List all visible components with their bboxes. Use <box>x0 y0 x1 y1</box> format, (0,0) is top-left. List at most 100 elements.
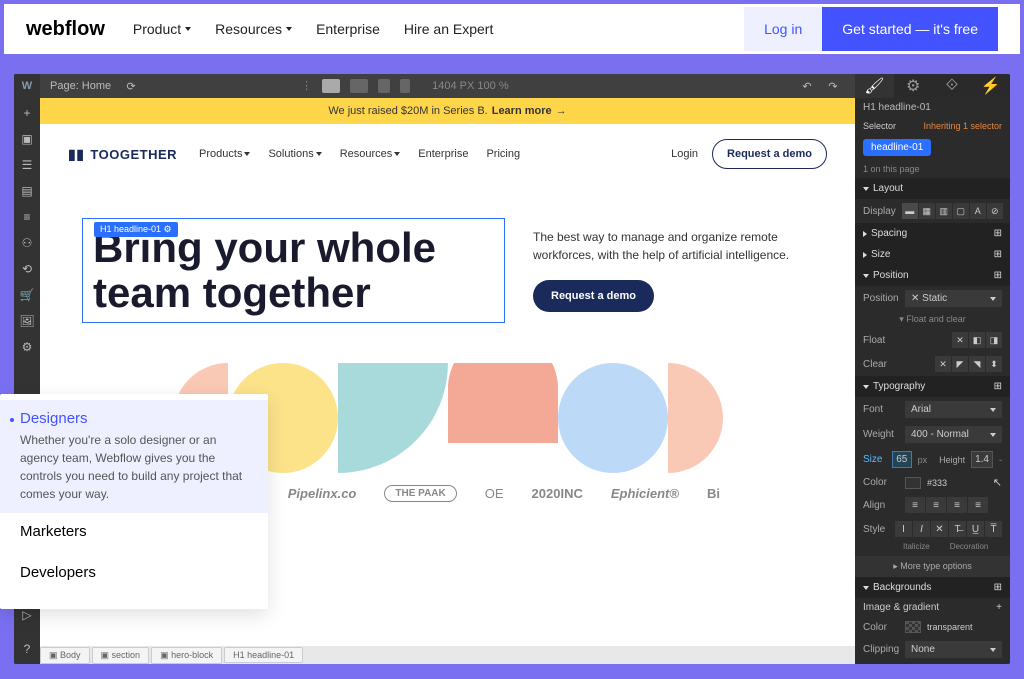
float-clear-label[interactable]: ▾ Float and clear <box>855 311 1010 328</box>
clipping-select[interactable]: None <box>905 641 1002 658</box>
display-none[interactable]: ⊘ <box>987 203 1003 219</box>
tablet-icon[interactable] <box>350 79 368 93</box>
float-none[interactable]: ✕ <box>952 332 968 348</box>
effects-tab[interactable]: ⚡ <box>971 74 1010 98</box>
mobile-landscape-icon[interactable] <box>378 79 390 93</box>
bg-color-swatch[interactable] <box>905 621 921 633</box>
display-block[interactable]: ▬ <box>902 203 918 219</box>
clear-none[interactable]: ✕ <box>935 356 951 372</box>
help-icon[interactable]: ? <box>20 642 34 656</box>
symbols-icon[interactable]: ▣ <box>20 132 34 146</box>
interactions-tab[interactable]: ⟐ <box>933 74 972 98</box>
redo-icon[interactable]: ↷ <box>825 78 841 94</box>
display-flex[interactable]: ▦ <box>919 203 935 219</box>
font-select[interactable]: Arial <box>905 401 1002 418</box>
navigator-icon[interactable]: ☰ <box>20 158 34 172</box>
layout-section-header[interactable]: Layout <box>855 178 1010 199</box>
undo-icon[interactable]: ↶ <box>799 78 815 94</box>
nav-resources-site[interactable]: Resources <box>340 148 401 160</box>
clear-both[interactable]: ⬍ <box>986 356 1002 372</box>
nav-hire[interactable]: Hire an Expert <box>404 21 493 37</box>
nav-products[interactable]: Products <box>199 148 250 160</box>
nav-resources[interactable]: Resources <box>215 21 292 37</box>
float-left[interactable]: ◧ <box>969 332 985 348</box>
nav-solutions[interactable]: Solutions <box>268 148 321 160</box>
breadcrumb-hero[interactable]: ▣ hero-block <box>151 647 222 664</box>
decoration-underline[interactable]: U̲ <box>967 521 984 537</box>
display-grid[interactable]: ▥ <box>936 203 952 219</box>
dropdown-description: Whether you're a solo designer or an age… <box>20 431 248 503</box>
clear-right[interactable]: ◥ <box>969 356 985 372</box>
add-icon[interactable]: + <box>20 106 34 120</box>
weight-select[interactable]: 400 - Normal <box>905 426 1002 443</box>
position-select[interactable]: ✕ Static <box>905 290 1002 307</box>
users-icon[interactable]: ⚇ <box>20 236 34 250</box>
nav-enterprise[interactable]: Enterprise <box>316 21 380 37</box>
display-inline-block[interactable]: ▢ <box>953 203 969 219</box>
site-login[interactable]: Login <box>671 148 698 160</box>
pages-icon[interactable]: ▤ <box>20 184 34 198</box>
breadcrumb-section[interactable]: ▣ section <box>92 647 150 664</box>
add-background-icon[interactable]: + <box>996 602 1002 613</box>
ecommerce-icon[interactable]: ⟲ <box>20 262 34 276</box>
mobile-portrait-icon[interactable] <box>400 79 410 93</box>
inheriting-label[interactable]: Inheriting 1 selector <box>923 121 1002 131</box>
page-selector[interactable]: Page: Home <box>40 80 121 92</box>
breadcrumb-body[interactable]: ▣ Body <box>40 647 90 664</box>
dropdown-item-designers[interactable]: Designers Whether you're a solo designer… <box>0 400 268 513</box>
style-regular[interactable]: I <box>895 521 912 537</box>
nav-enterprise-site[interactable]: Enterprise <box>418 148 468 160</box>
announcement-link[interactable]: Learn more <box>492 105 552 117</box>
settings-tab[interactable]: ⚙ <box>894 74 933 98</box>
display-inline[interactable]: A <box>970 203 986 219</box>
cms-icon[interactable]: ≡ <box>20 210 34 224</box>
video-icon[interactable]: ▷ <box>20 608 34 622</box>
align-center[interactable]: ≡ <box>926 497 946 513</box>
more-type-options[interactable]: ▸ More type options <box>855 556 1010 577</box>
font-size-input[interactable]: 65 <box>892 451 912 468</box>
style-tab[interactable]: 🖌 <box>855 74 894 98</box>
decoration-strike[interactable]: T̶ <box>949 521 966 537</box>
request-demo-hero-button[interactable]: Request a demo <box>533 280 654 312</box>
decoration-none[interactable]: ✕ <box>931 521 948 537</box>
breadcrumb-headline[interactable]: H1 headline-01 <box>224 647 303 663</box>
cart-icon[interactable]: 🛒 <box>20 288 34 302</box>
assets-icon[interactable]: 🖼 <box>20 314 34 328</box>
spacing-section-header[interactable]: Spacing⊞ <box>855 223 1010 244</box>
class-chip[interactable]: headline-01 <box>863 139 931 156</box>
typography-section-header[interactable]: Typography⊞ <box>855 376 1010 397</box>
request-demo-nav-button[interactable]: Request a demo <box>712 139 827 169</box>
bg-color-value[interactable]: transparent <box>927 622 973 632</box>
webflow-logo[interactable]: webflow <box>26 18 105 41</box>
backgrounds-section-header[interactable]: Backgrounds⊞ <box>855 577 1010 598</box>
size-section-header[interactable]: Size⊞ <box>855 244 1010 265</box>
dropdown-item-developers[interactable]: Developers <box>0 554 268 595</box>
clear-left[interactable]: ◤ <box>952 356 968 372</box>
size-unit[interactable]: px <box>918 455 928 465</box>
desktop-icon[interactable] <box>322 79 340 93</box>
nav-pricing[interactable]: Pricing <box>486 148 520 160</box>
get-started-button[interactable]: Get started — it's free <box>822 7 998 51</box>
align-right[interactable]: ≡ <box>947 497 967 513</box>
webflow-w-icon[interactable]: W <box>14 74 40 98</box>
site-logo[interactable]: ▮▮ TOOGETHER <box>68 146 177 163</box>
decoration-overline[interactable]: T̅ <box>985 521 1002 537</box>
align-justify[interactable]: ≡ <box>968 497 988 513</box>
color-value[interactable]: #333 <box>927 478 947 488</box>
line-height-input[interactable]: 1.4 <box>971 451 993 468</box>
more-icon[interactable]: ⋮ <box>301 79 312 93</box>
settings-gear-icon[interactable]: ⚙ <box>20 340 34 354</box>
hero-subtitle[interactable]: The best way to manage and organize remo… <box>533 228 813 264</box>
canvas-dimensions[interactable]: 1404 PX 100 % <box>432 80 508 92</box>
color-swatch[interactable] <box>905 477 921 489</box>
login-button[interactable]: Log in <box>744 7 822 51</box>
element-tag-label[interactable]: H1 headline-01 ⚙ <box>94 222 178 237</box>
announcement-bar[interactable]: We just raised $20M in Series B. Learn m… <box>40 98 855 124</box>
style-italic[interactable]: I <box>913 521 930 537</box>
dropdown-item-marketers[interactable]: Marketers <box>0 513 268 554</box>
float-right[interactable]: ◨ <box>986 332 1002 348</box>
refresh-icon[interactable]: ⟳ <box>121 80 141 93</box>
position-section-header[interactable]: Position⊞ <box>855 265 1010 286</box>
nav-product[interactable]: Product <box>133 21 191 37</box>
align-left[interactable]: ≡ <box>905 497 925 513</box>
